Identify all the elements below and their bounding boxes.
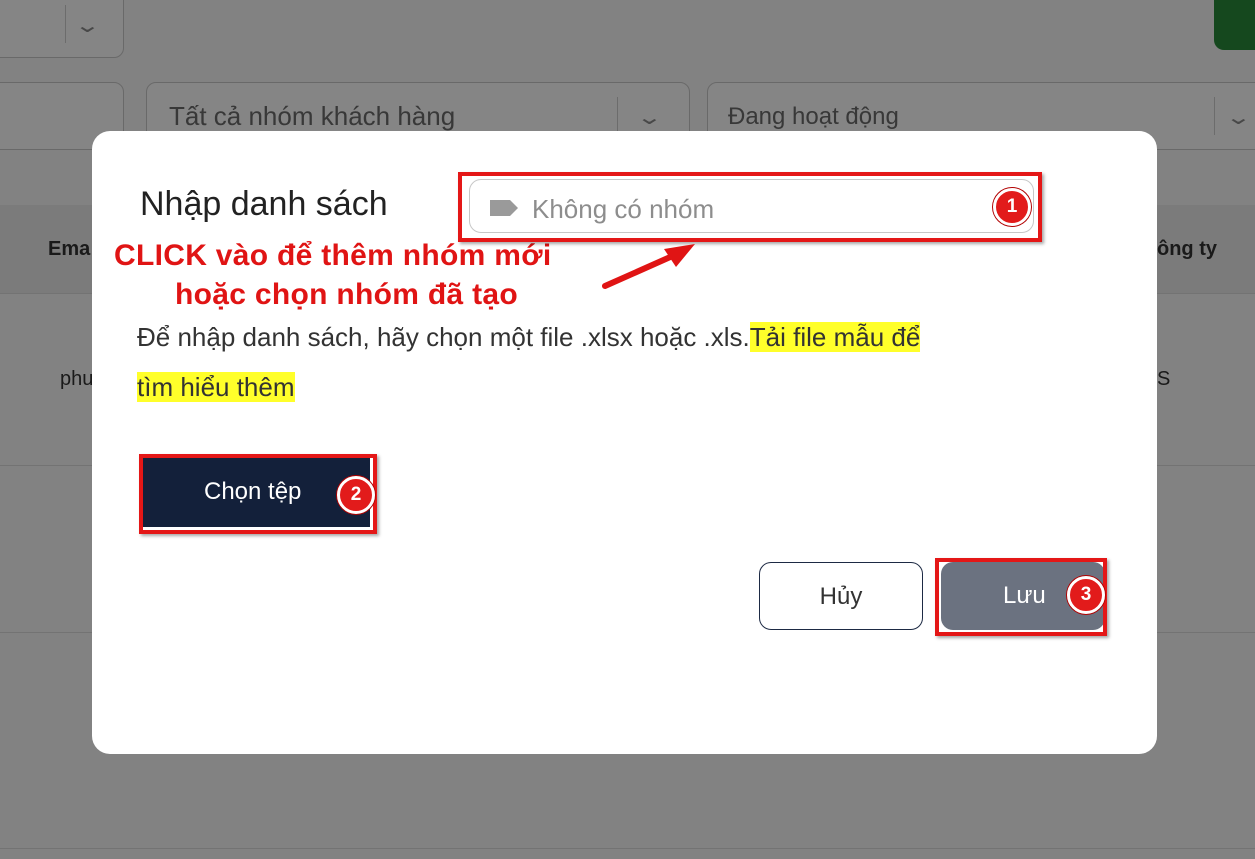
annotation-arrow [602, 244, 695, 289]
